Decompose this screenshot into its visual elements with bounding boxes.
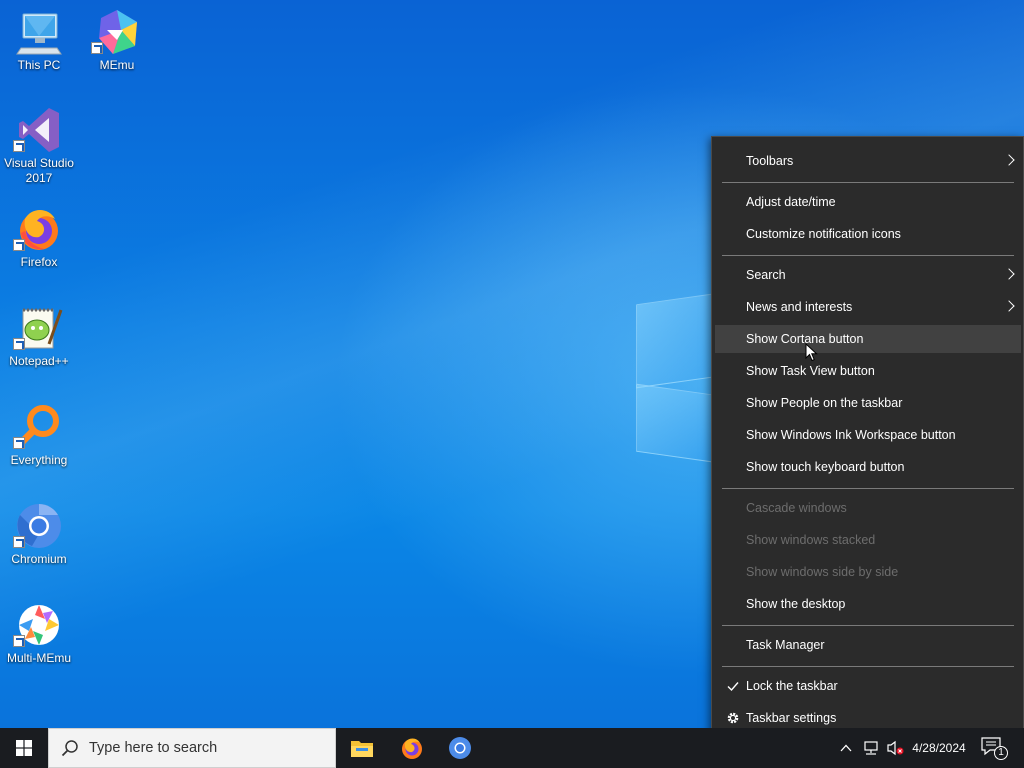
- desktop-icon-label: This PC: [17, 58, 61, 72]
- menu-item-show-task-view-button[interactable]: Show Task View button: [715, 357, 1021, 385]
- taskbar-app-file-explorer[interactable]: [338, 728, 386, 768]
- file-explorer-icon: [351, 741, 373, 757]
- menu-item-lock-the-taskbar[interactable]: Lock the taskbar: [715, 672, 1021, 700]
- menu-separator: [722, 666, 1014, 667]
- menu-item-search[interactable]: Search: [715, 261, 1021, 289]
- taskbar-app-chromium[interactable]: [436, 728, 484, 768]
- menu-item-show-windows-stacked: Show windows stacked: [715, 526, 1021, 554]
- desktop-icon-label: Firefox: [20, 255, 58, 269]
- desktop-icon-chromium[interactable]: Chromium: [0, 502, 78, 567]
- menu-item-label: News and interests: [746, 300, 853, 314]
- desktop-icon-visual-studio[interactable]: Visual Studio 2017: [0, 106, 78, 186]
- desktop-icon-memu[interactable]: MEmu: [78, 8, 156, 73]
- search-placeholder: Type here to search: [89, 740, 218, 756]
- desktop-icon-firefox[interactable]: Firefox: [0, 205, 78, 270]
- visual-studio-icon: [13, 106, 63, 154]
- menu-item-label: Show the desktop: [746, 597, 846, 611]
- menu-item-show-people[interactable]: Show People on the taskbar: [715, 389, 1021, 417]
- menu-item-label: Cascade windows: [746, 501, 847, 515]
- desktop-icon-label: Visual Studio 2017: [4, 156, 74, 185]
- shortcut-arrow-icon: [91, 42, 103, 54]
- menu-item-label: Task Manager: [746, 638, 825, 652]
- shortcut-arrow-icon: [13, 635, 25, 647]
- desktop-icon-label: Multi-MEmu: [6, 651, 71, 665]
- menu-item-task-manager[interactable]: Task Manager: [715, 631, 1021, 659]
- notepadpp-icon: [13, 304, 63, 352]
- menu-item-label: Show touch keyboard button: [746, 460, 905, 474]
- menu-item-label: Customize notification icons: [746, 227, 901, 241]
- shortcut-arrow-icon: [13, 338, 25, 350]
- menu-item-news-and-interests[interactable]: News and interests: [715, 293, 1021, 321]
- network-icon[interactable]: [862, 740, 880, 756]
- desktop-icon-notepadpp[interactable]: Notepad++: [0, 304, 78, 369]
- menu-separator: [722, 625, 1014, 626]
- notification-count-badge: 1: [994, 746, 1008, 760]
- shortcut-arrow-icon: [13, 437, 25, 449]
- desktop-icon-label: Chromium: [11, 552, 67, 566]
- menu-item-label: Taskbar settings: [746, 711, 837, 725]
- chevron-right-icon: [1003, 268, 1015, 280]
- menu-item-label: Toolbars: [746, 154, 794, 168]
- shortcut-arrow-icon: [13, 239, 25, 251]
- menu-item-label: Show windows stacked: [746, 533, 876, 547]
- menu-item-customize-notification-icons[interactable]: Customize notification icons: [715, 220, 1021, 248]
- desktop-icon-label: Everything: [10, 453, 68, 467]
- search-icon: [61, 739, 79, 757]
- menu-item-adjust-date-time[interactable]: Adjust date/time: [715, 188, 1021, 216]
- desktop-icon-label: MEmu: [99, 58, 135, 72]
- menu-item-label: Show Windows Ink Workspace button: [746, 428, 956, 442]
- multi-memu-icon: [13, 601, 63, 649]
- firefox-icon: [402, 738, 422, 759]
- start-button[interactable]: [0, 728, 48, 768]
- taskbar-search-box[interactable]: Type here to search: [48, 728, 336, 768]
- computer-icon: [15, 8, 63, 56]
- action-center-button[interactable]: 1: [980, 736, 1008, 760]
- menu-item-label: Adjust date/time: [746, 195, 836, 209]
- taskbar-context-menu: Toolbars Adjust date/time Customize noti…: [711, 136, 1024, 742]
- gear-icon: [725, 710, 741, 726]
- menu-separator: [722, 255, 1014, 256]
- shortcut-arrow-icon: [13, 140, 25, 152]
- menu-item-label: Show People on the taskbar: [746, 396, 903, 410]
- chevron-right-icon: [1003, 154, 1015, 166]
- desktop-icon-everything[interactable]: Everything: [0, 403, 78, 468]
- chevron-right-icon: [1003, 300, 1015, 312]
- menu-item-show-windows-ink[interactable]: Show Windows Ink Workspace button: [715, 421, 1021, 449]
- firefox-icon: [13, 205, 63, 253]
- shortcut-arrow-icon: [13, 536, 25, 548]
- chromium-icon: [13, 502, 63, 550]
- menu-item-toolbars[interactable]: Toolbars: [715, 147, 1021, 175]
- menu-item-label: Lock the taskbar: [746, 679, 838, 693]
- desktop-icon-label: Notepad++: [9, 354, 69, 368]
- memu-icon: [91, 8, 141, 56]
- show-hidden-icons-chevron-up-icon[interactable]: [838, 740, 854, 756]
- volume-muted-icon[interactable]: [886, 740, 904, 756]
- taskbar[interactable]: Type here to search 4/28/2024 1: [0, 728, 1024, 768]
- menu-item-label: Show windows side by side: [746, 565, 899, 579]
- menu-item-show-touch-keyboard[interactable]: Show touch keyboard button: [715, 453, 1021, 481]
- menu-separator: [722, 488, 1014, 489]
- mouse-cursor-icon: [805, 343, 818, 362]
- menu-separator: [722, 182, 1014, 183]
- menu-item-show-the-desktop[interactable]: Show the desktop: [715, 590, 1021, 618]
- taskbar-app-firefox[interactable]: [388, 728, 436, 768]
- menu-item-label: Search: [746, 268, 786, 282]
- everything-icon: [13, 403, 63, 451]
- chromium-icon: [449, 737, 471, 759]
- menu-item-show-windows-side-by-side: Show windows side by side: [715, 558, 1021, 586]
- menu-item-label: Show Task View button: [746, 364, 875, 378]
- menu-item-cascade-windows: Cascade windows: [715, 494, 1021, 522]
- checkmark-icon: [725, 678, 741, 694]
- desktop-icon-multi-memu[interactable]: Multi-MEmu: [0, 601, 78, 666]
- desktop-icon-this-pc[interactable]: This PC: [0, 8, 78, 73]
- menu-item-show-cortana-button[interactable]: Show Cortana button: [715, 325, 1021, 353]
- taskbar-clock-date[interactable]: 4/28/2024: [905, 728, 973, 768]
- windows-logo-icon: [16, 740, 32, 756]
